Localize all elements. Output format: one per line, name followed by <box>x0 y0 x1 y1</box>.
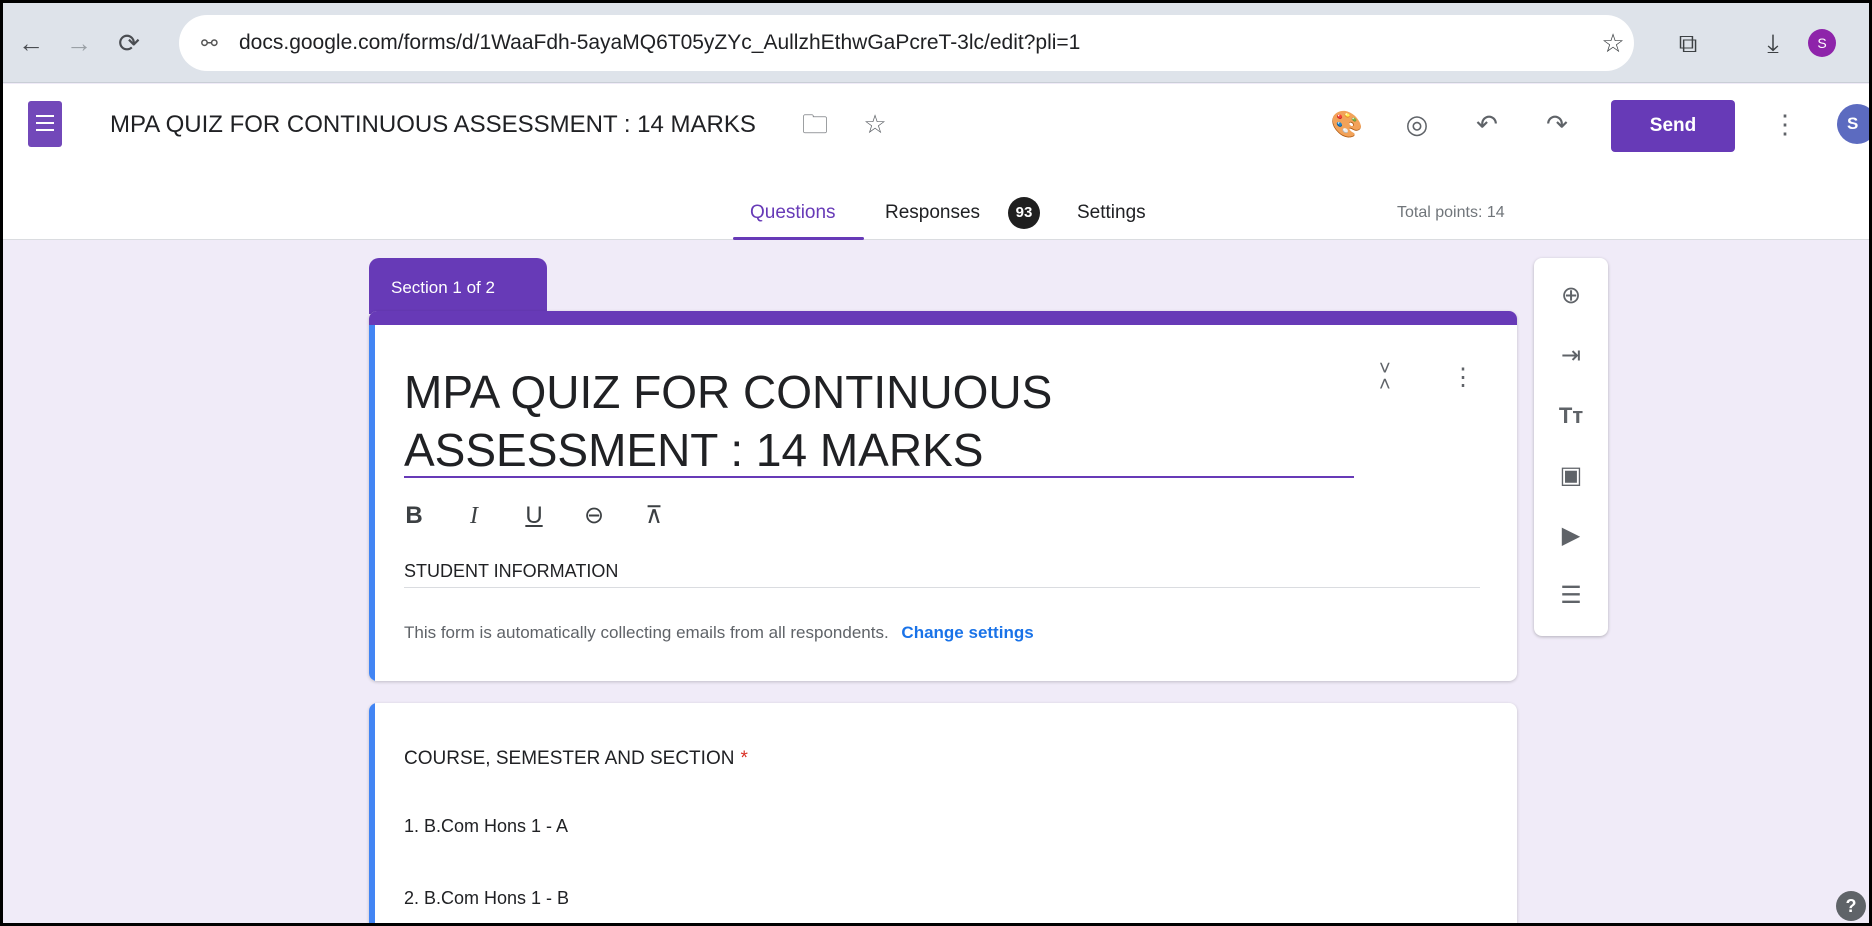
change-settings-link[interactable]: Change settings <box>901 623 1033 642</box>
tab-responses[interactable]: Responses <box>885 202 980 224</box>
bold-icon[interactable]: B <box>394 496 434 536</box>
url-text[interactable]: docs.google.com/forms/d/1WaaFdh-5ayaMQ6T… <box>239 31 1080 55</box>
bookmark-star-icon[interactable]: ☆ <box>1593 23 1633 63</box>
forward-icon[interactable]: → <box>59 23 99 63</box>
italic-icon[interactable]: I <box>454 496 494 536</box>
download-icon[interactable]: ⤓ <box>1753 23 1793 63</box>
card-focus-indicator <box>369 703 375 923</box>
active-tab-indicator <box>733 237 864 240</box>
browser-toolbar: ← → ⟳ ⚯ docs.google.com/forms/d/1WaaFdh-… <box>3 3 1869 83</box>
card-accent-bar <box>369 311 1517 325</box>
extensions-icon[interactable]: ⧉ <box>1668 23 1708 63</box>
import-questions-icon[interactable]: ⇥ <box>1551 336 1591 376</box>
more-options-icon[interactable]: ⋮ <box>1763 102 1807 146</box>
description-underline <box>404 587 1480 588</box>
reload-icon[interactable]: ⟳ <box>109 23 149 63</box>
browser-profile-avatar[interactable]: S <box>1808 29 1836 57</box>
help-icon[interactable]: ? <box>1836 891 1866 921</box>
form-title-card[interactable]: MPA QUIZ FOR CONTINUOUS ASSESSMENT : 14 … <box>369 311 1517 681</box>
total-points: Total points: 14 <box>1397 204 1505 221</box>
card-focus-indicator <box>369 325 375 681</box>
form-title-input[interactable]: MPA QUIZ FOR CONTINUOUS ASSESSMENT : 14 … <box>404 363 1354 479</box>
star-icon[interactable]: ☆ <box>853 102 897 146</box>
collapse-section-icon[interactable]: ˅ ˄ <box>1379 359 1391 395</box>
site-info-icon[interactable]: ⚯ <box>201 31 218 56</box>
add-question-icon[interactable]: ⊕ <box>1551 276 1591 316</box>
customize-theme-icon[interactable]: 🎨 <box>1325 102 1369 146</box>
add-section-icon[interactable]: ☰ <box>1551 576 1591 616</box>
add-image-icon[interactable]: ▣ <box>1551 456 1591 496</box>
folder-icon[interactable]: 🗀 <box>793 102 837 146</box>
form-description-input[interactable]: STUDENT INFORMATION <box>404 561 618 582</box>
redo-icon[interactable]: ↷ <box>1535 102 1579 146</box>
required-marker: * <box>740 748 748 769</box>
tab-questions[interactable]: Questions <box>750 202 836 224</box>
question-title-text: COURSE, SEMESTER AND SECTION <box>404 748 735 769</box>
link-icon[interactable]: ⊖ <box>574 496 614 536</box>
forms-header: MPA QUIZ FOR CONTINUOUS ASSESSMENT : 14 … <box>3 84 1869 240</box>
screen: ← → ⟳ ⚯ docs.google.com/forms/d/1WaaFdh-… <box>3 3 1869 923</box>
option-item[interactable]: 1. B.Com Hons 1 - A <box>404 816 568 837</box>
underline-icon[interactable]: U <box>514 496 554 536</box>
add-video-icon[interactable]: ▶ <box>1551 516 1591 556</box>
google-forms-logo-icon[interactable] <box>28 101 62 147</box>
undo-icon[interactable]: ↶ <box>1465 102 1509 146</box>
section-more-icon[interactable]: ⋮ <box>1451 363 1475 392</box>
preview-icon[interactable]: ◎ <box>1395 102 1439 146</box>
option-item[interactable]: 2. B.Com Hons 1 - B <box>404 888 569 909</box>
clear-format-icon[interactable]: ⊼ <box>634 496 674 536</box>
question-toolbar: ⊕ ⇥ Tт ▣ ▶ ☰ <box>1534 258 1608 636</box>
email-collection-notice: This form is automatically collecting em… <box>404 623 1034 643</box>
section-label: Section 1 of 2 <box>369 258 547 314</box>
email-notice-text: This form is automatically collecting em… <box>404 623 889 642</box>
back-icon[interactable]: ← <box>11 23 51 63</box>
responses-count-badge: 93 <box>1008 197 1040 229</box>
user-avatar[interactable]: S <box>1837 104 1869 144</box>
tab-settings[interactable]: Settings <box>1077 202 1146 224</box>
title-underline <box>404 476 1354 478</box>
question-title[interactable]: COURSE, SEMESTER AND SECTION * <box>404 748 748 770</box>
document-title[interactable]: MPA QUIZ FOR CONTINUOUS ASSESSMENT : 14 … <box>110 111 756 139</box>
address-bar[interactable]: ⚯ docs.google.com/forms/d/1WaaFdh-5ayaMQ… <box>179 15 1634 71</box>
add-title-icon[interactable]: Tт <box>1551 396 1591 436</box>
question-card[interactable]: COURSE, SEMESTER AND SECTION * 1. B.Com H… <box>369 703 1517 923</box>
send-button[interactable]: Send <box>1611 100 1735 152</box>
